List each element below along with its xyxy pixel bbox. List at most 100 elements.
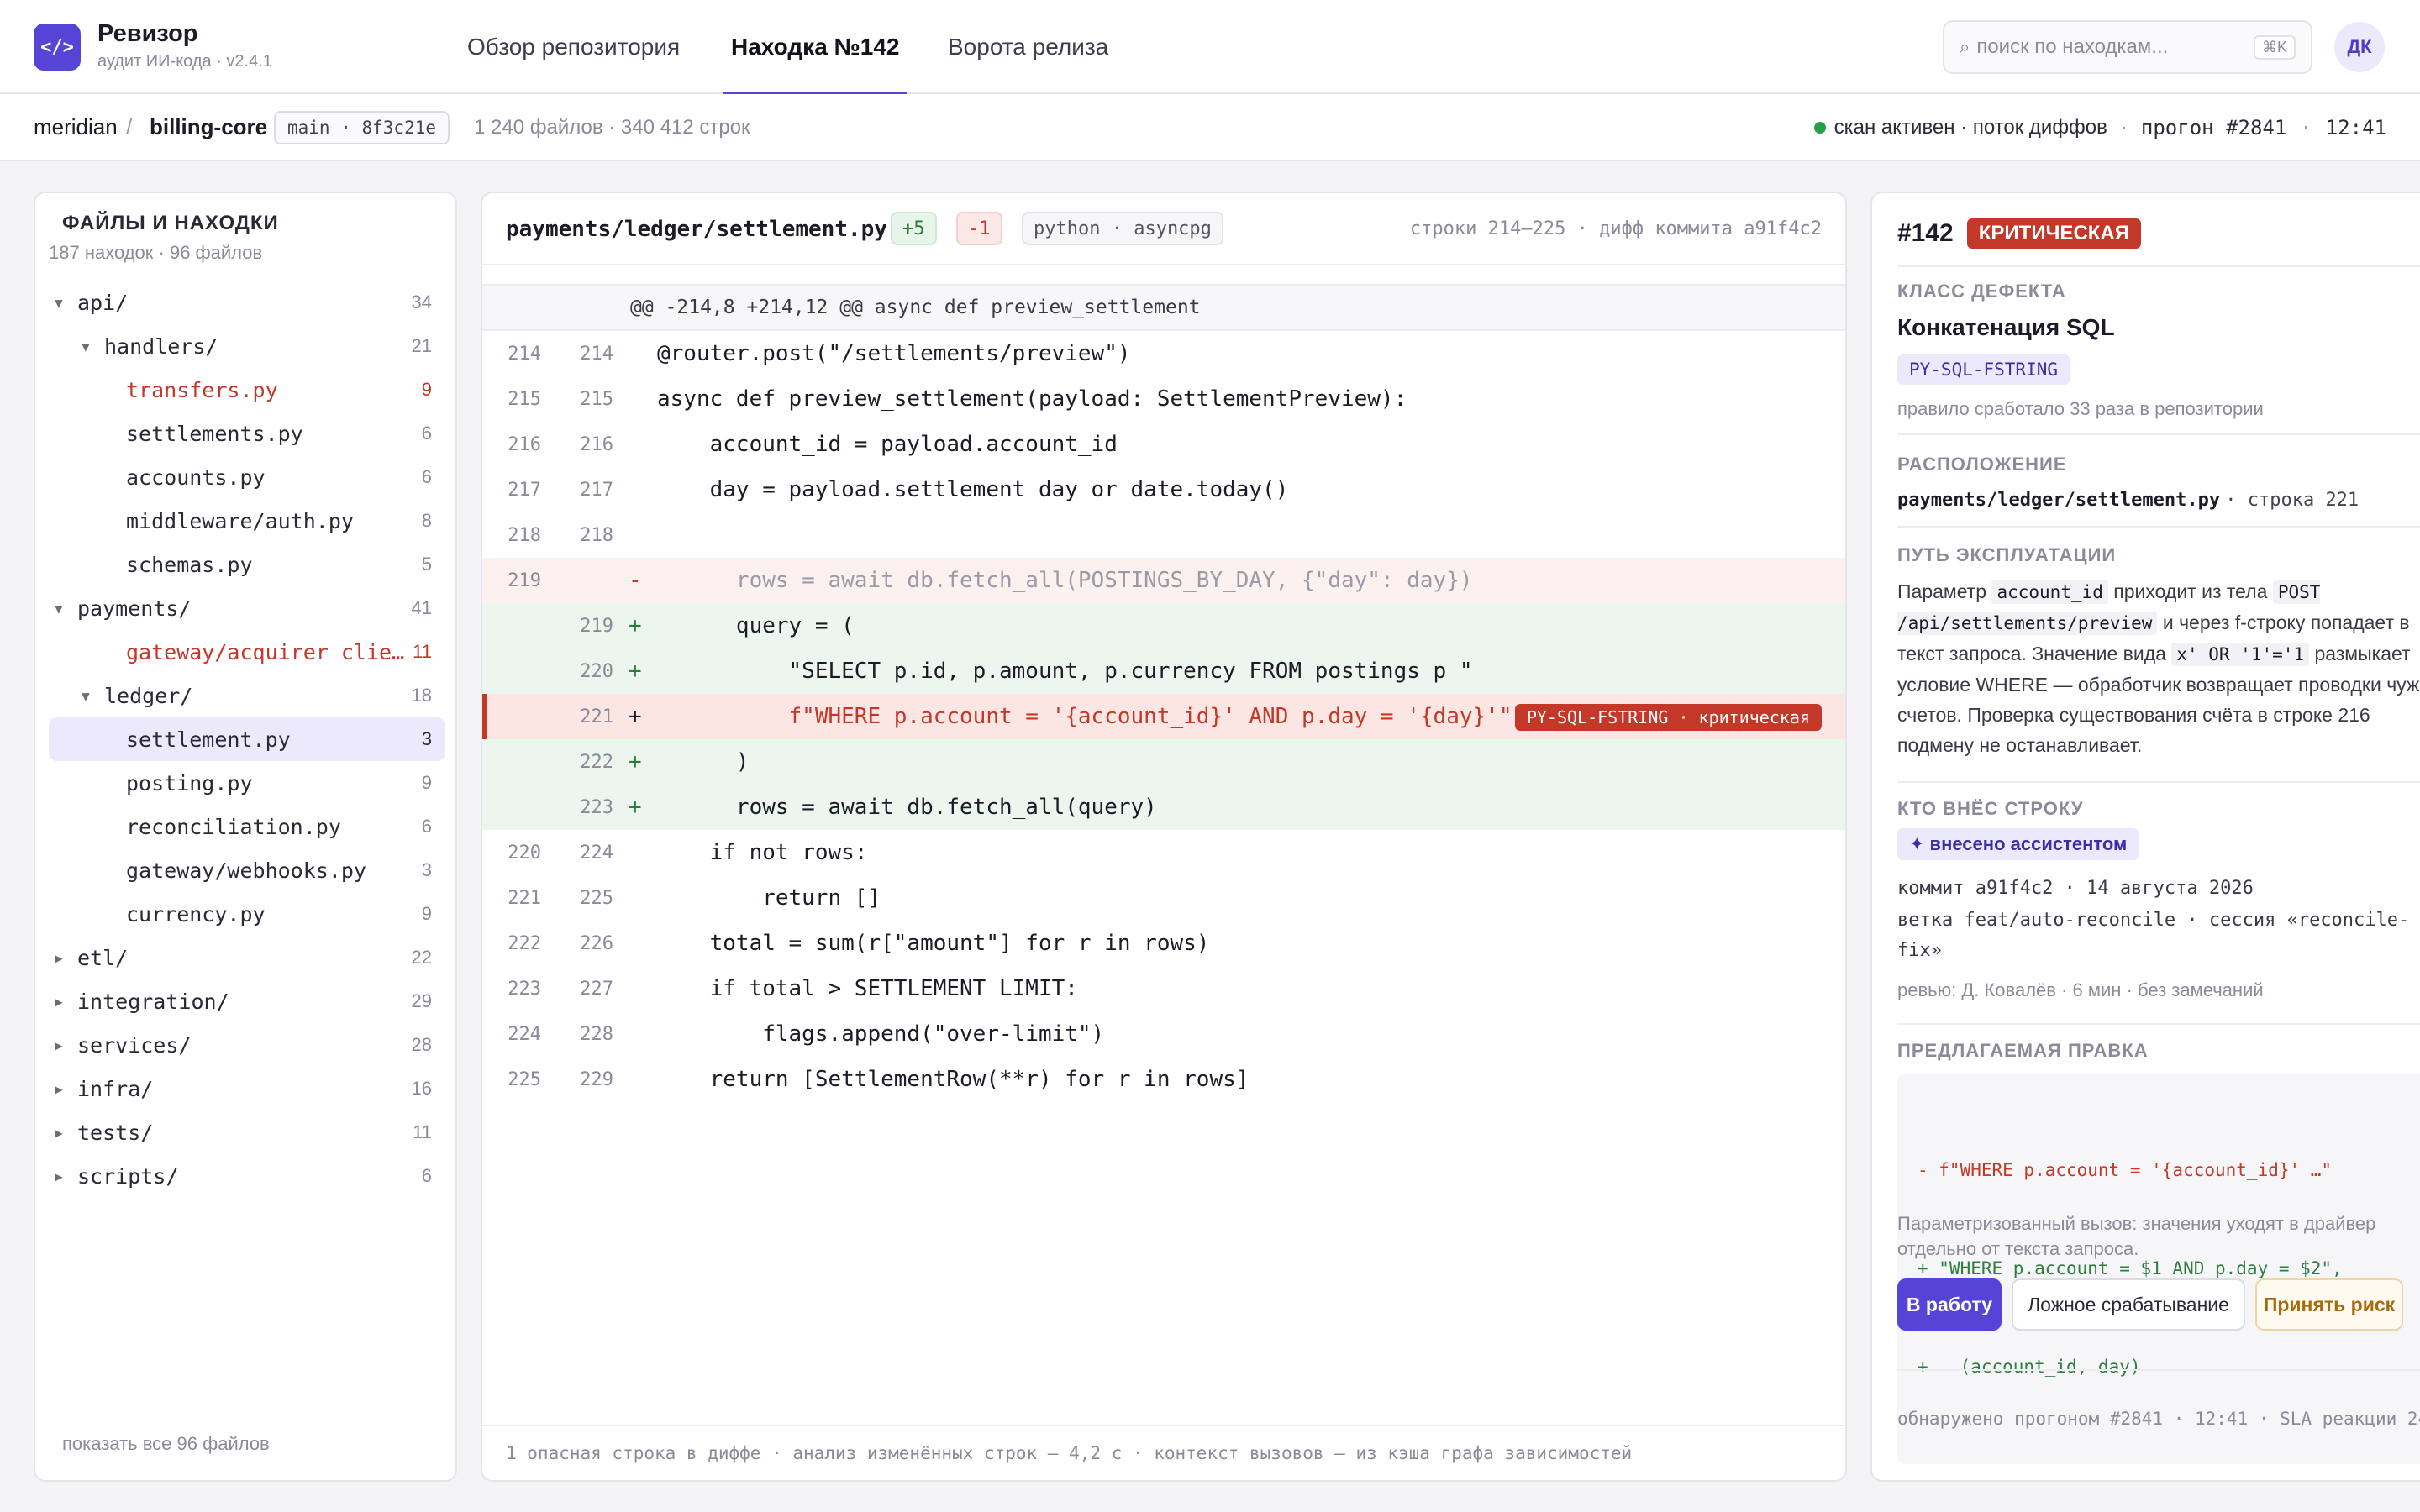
- code-line[interactable]: 224 228 flags.append("over-limit"): [482, 1011, 1845, 1057]
- chevron-right-icon[interactable]: ▶: [49, 1081, 69, 1097]
- tree-folder[interactable]: ▼ api/34: [49, 281, 445, 324]
- tree-folder[interactable]: ▼ payments/41: [49, 586, 445, 630]
- tab-release-gate[interactable]: Ворота релиза: [939, 0, 1117, 94]
- code-line[interactable]: 214 214 @router.post("/settlements/preview…: [482, 331, 1845, 376]
- finding-count: 21: [411, 335, 432, 356]
- tab-repo-overview[interactable]: Обзор репозитория: [459, 0, 688, 94]
- chevron-down-icon[interactable]: ▼: [76, 339, 96, 354]
- tree-file[interactable]: currency.py 9: [49, 892, 445, 936]
- tree-folder[interactable]: ▶ scripts/6: [49, 1154, 445, 1198]
- tree-file[interactable]: settlement.py 3: [49, 717, 445, 761]
- tree-folder[interactable]: ▶ infra/16: [49, 1067, 445, 1110]
- chevron-right-icon[interactable]: ▶: [49, 1168, 69, 1184]
- code-text: if total > SETTLEMENT_LIMIT:: [657, 976, 1078, 1001]
- tree-file[interactable]: gateway/acquirer_client.py11: [49, 630, 445, 674]
- search-box[interactable]: ⌕ ⌘K: [1943, 20, 2312, 74]
- tree-folder[interactable]: ▼ handlers/21: [49, 324, 445, 368]
- tree-file[interactable]: gateway/webhooks.py 3: [49, 848, 445, 892]
- chevron-down-icon[interactable]: ▼: [76, 688, 96, 704]
- code-line[interactable]: 216 216 account_id = payload.account_id: [482, 422, 1845, 467]
- chevron-right-icon[interactable]: ▶: [49, 1125, 69, 1141]
- code-line[interactable]: 219 - rows = await db.fetch_all(POSTINGS_…: [482, 558, 1845, 603]
- old-line-number: 225: [508, 1068, 541, 1090]
- added-lines-badge: +5: [891, 212, 937, 245]
- commit-info[interactable]: коммит a91f4c2 · 14 августа 2026: [1897, 874, 2420, 904]
- code-line[interactable]: 218 218: [482, 512, 1845, 558]
- user-avatar[interactable]: ДК: [2334, 22, 2385, 72]
- chevron-down-icon[interactable]: ▼: [49, 295, 69, 311]
- code-line[interactable]: 220 + "SELECT p.id, p.amount, p.currency …: [482, 648, 1845, 694]
- file-tree-panel: ФАЙЛЫ И НАХОДКИ 187 находок · 96 файлов …: [34, 192, 457, 1482]
- code-text: async def preview_settlement(payload: Se…: [657, 386, 1407, 412]
- chevron-right-icon[interactable]: ▶: [49, 950, 69, 966]
- new-line-number: 220: [580, 660, 613, 682]
- inline-finding-badge[interactable]: PY-SQL-FSTRING · критическая: [1514, 704, 1822, 731]
- new-line-number: 214: [580, 343, 613, 365]
- new-line-number: 219: [580, 615, 613, 637]
- finding-count: 41: [411, 597, 432, 618]
- code-line[interactable]: 222 226 total = sum(r["amount"] for r in …: [482, 921, 1845, 966]
- diff-range: строки 214–225 · дифф коммита a91f4c2: [1409, 218, 1822, 239]
- tree-file[interactable]: middleware/auth.py 8: [49, 499, 445, 543]
- tree-item-name: api/: [77, 290, 129, 315]
- finding-count: 9: [421, 903, 432, 924]
- code-text: rows = await db.fetch_all(query): [657, 795, 1157, 820]
- tree-file[interactable]: reconciliation.py 6: [49, 805, 445, 848]
- chevron-right-icon[interactable]: ▶: [49, 1037, 69, 1053]
- chevron-down-icon[interactable]: ▼: [49, 601, 69, 617]
- breadcrumb-org[interactable]: meridian: [34, 114, 118, 140]
- finding-count: 6: [421, 423, 432, 444]
- tree-file[interactable]: settlements.py 6: [49, 412, 445, 455]
- tree-file[interactable]: schemas.py 5: [49, 543, 445, 586]
- author-heading: КТО ВНЁС СТРОКУ: [1897, 798, 2084, 819]
- code-line[interactable]: 225 229 return [SettlementRow(**r) for r …: [482, 1057, 1845, 1102]
- code-text: @router.post("/settlements/preview"): [657, 341, 1131, 366]
- tree-folder[interactable]: ▶ tests/11: [49, 1110, 445, 1154]
- breadcrumb-repo[interactable]: billing-core: [150, 114, 267, 140]
- location-file-link[interactable]: payments/ledger/settlement.py: [1897, 490, 2220, 511]
- language-badge: python · asyncpg: [1022, 212, 1223, 245]
- file-tree: ▼ api/34 ▼ handlers/21 transfers.py 9 settleme…: [49, 281, 445, 1198]
- detection-footer: обнаружено прогоном #2841 · 12:41 · SLA …: [1897, 1409, 2420, 1429]
- finding-count: 11: [413, 641, 432, 662]
- tab-finding-142[interactable]: Находка №142: [723, 0, 908, 96]
- rule-id-badge[interactable]: PY-SQL-FSTRING: [1897, 354, 2070, 385]
- search-input[interactable]: [1976, 35, 2247, 59]
- tree-item-name: handlers/: [104, 333, 218, 359]
- code-line[interactable]: 222 + ): [482, 739, 1845, 785]
- app-logo[interactable]: </>: [34, 24, 81, 71]
- code-line[interactable]: 223 227 if total > SETTLEMENT_LIMIT:: [482, 966, 1845, 1011]
- search-icon: ⌕: [1960, 36, 1970, 57]
- tree-file[interactable]: transfers.py 9: [49, 368, 445, 412]
- flagged-code-line[interactable]: 221 + f"WHERE p.account = '{account_id}' …: [482, 694, 1845, 739]
- old-line-number: 224: [508, 1023, 541, 1045]
- code-text: account_id = payload.account_id: [657, 432, 1118, 457]
- new-line-number: 221: [580, 706, 613, 727]
- tree-folder[interactable]: ▶ integration/29: [49, 979, 445, 1023]
- code-line[interactable]: 221 225 return []: [482, 875, 1845, 921]
- new-line-number: 226: [580, 932, 613, 954]
- false-positive-button[interactable]: Ложное срабатывание: [2012, 1278, 2245, 1331]
- location: payments/ledger/settlement.py · строка 2…: [1897, 489, 2420, 511]
- code-line[interactable]: 217 217 day = payload.settlement_day or d…: [482, 467, 1845, 512]
- new-line-number: 216: [580, 433, 613, 455]
- tree-folder[interactable]: ▶ etl/22: [49, 936, 445, 979]
- show-all-files-link[interactable]: показать все 96 файлов: [62, 1433, 270, 1455]
- finding-count: 9: [421, 772, 432, 793]
- shortcut-hint: ⌘K: [2253, 34, 2296, 60]
- tree-folder[interactable]: ▼ ledger/18: [49, 674, 445, 717]
- accept-risk-button[interactable]: Принять риск: [2255, 1278, 2403, 1331]
- code-line[interactable]: 219 + query = (: [482, 603, 1845, 648]
- branch-selector[interactable]: main · 8f3c21e: [274, 111, 450, 144]
- diff-file-path[interactable]: payments/ledger/settlement.py: [506, 217, 887, 242]
- chevron-right-icon[interactable]: ▶: [49, 994, 69, 1010]
- code-line[interactable]: 220 224 if not rows:: [482, 830, 1845, 875]
- severity-badge: КРИТИЧЕСКАЯ: [1966, 218, 2141, 249]
- old-line-number: 219: [508, 570, 541, 591]
- code-line[interactable]: 215 215 async def preview_settlement(paylo…: [482, 376, 1845, 422]
- tree-file[interactable]: posting.py 9: [49, 761, 445, 805]
- code-line[interactable]: 223 + rows = await db.fetch_all(query): [482, 785, 1845, 830]
- tree-folder[interactable]: ▶ services/28: [49, 1023, 445, 1067]
- take-in-work-button[interactable]: В работу: [1897, 1278, 2002, 1331]
- tree-file[interactable]: accounts.py 6: [49, 455, 445, 499]
